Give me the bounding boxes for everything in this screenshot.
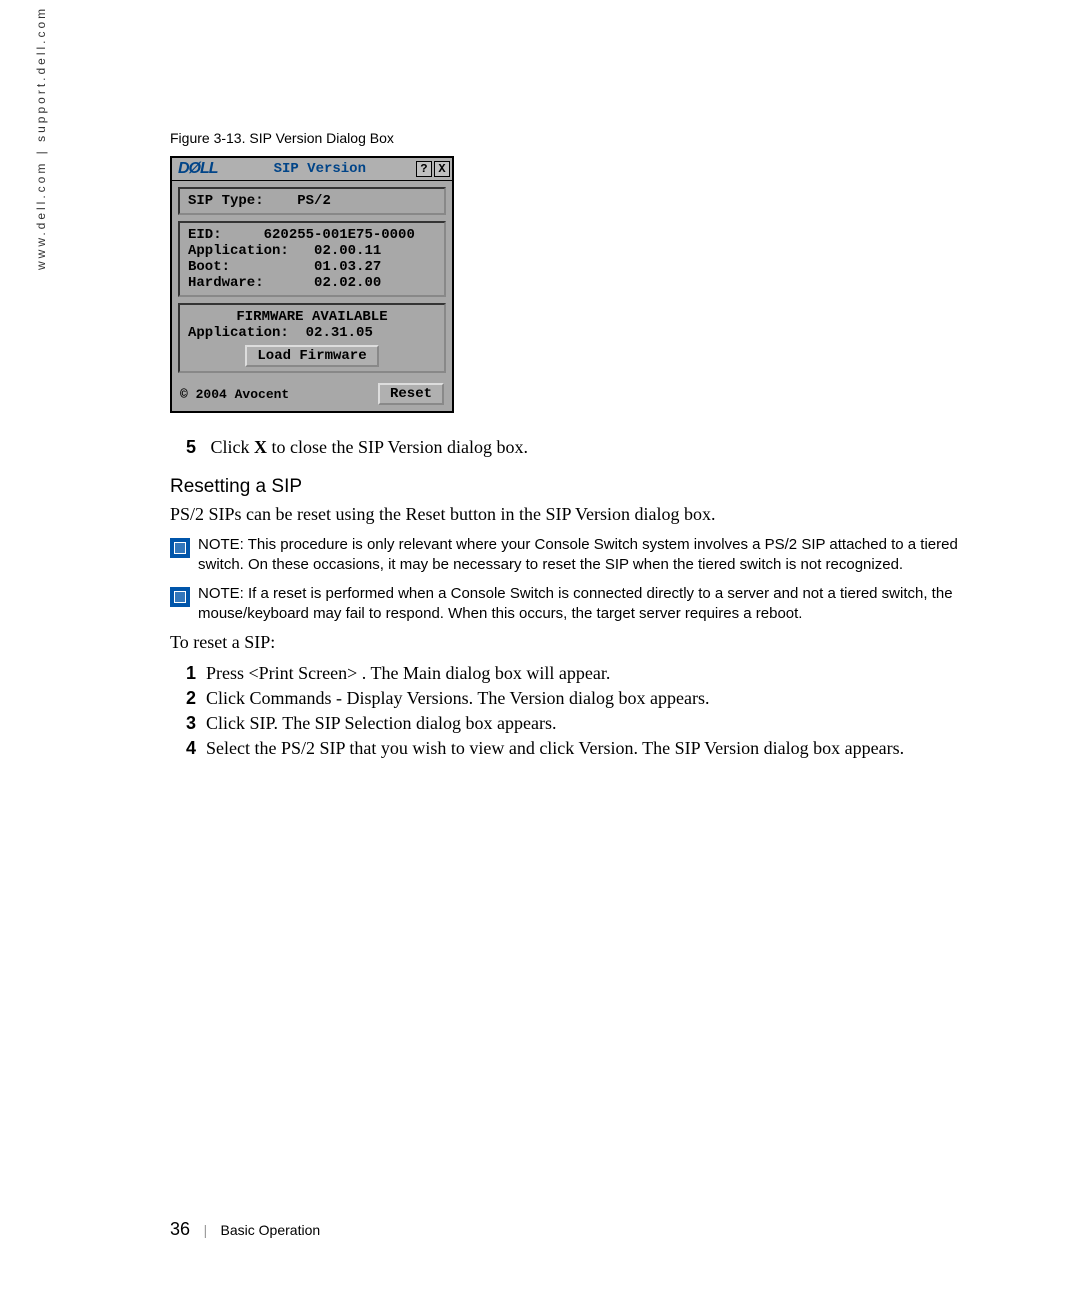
eid-value: 620255-001E75-0000 — [264, 227, 415, 243]
figure-caption: Figure 3-13. SIP Version Dialog Box — [170, 130, 1000, 146]
note-1-body: This procedure is only relevant where yo… — [198, 536, 958, 573]
step-5-post: to close the SIP Version dialog box. — [267, 437, 528, 457]
note-1: NOTE: This procedure is only relevant wh… — [170, 535, 1000, 576]
list-item: 3 Click SIP. The SIP Selection dialog box… — [170, 713, 1000, 734]
firmware-panel: FIRMWARE AVAILABLE Application: 02.31.05… — [178, 303, 446, 373]
close-button[interactable]: X — [434, 161, 450, 177]
step-5-number: 5 — [170, 437, 196, 458]
hw-value: 02.02.00 — [314, 275, 381, 291]
help-button[interactable]: ? — [416, 161, 432, 177]
reset-button[interactable]: Reset — [378, 383, 444, 405]
note-icon — [170, 587, 190, 607]
list-item: 1 Press <Print Screen> . The Main dialog … — [170, 663, 1000, 684]
fw-app-value: 02.31.05 — [306, 325, 373, 341]
list-item: 2 Click Commands - Display Versions. The … — [170, 688, 1000, 709]
dell-logo: DØLL — [172, 160, 224, 178]
section-heading: Resetting a SIP — [170, 476, 1000, 498]
step-text: Click SIP. The SIP Selection dialog box … — [206, 713, 1000, 734]
sip-type-panel: SIP Type: PS/2 — [178, 187, 446, 215]
step-text: Click Commands - Display Versions. The V… — [206, 688, 1000, 709]
sip-type-value: PS/2 — [297, 193, 331, 209]
note-2-label: NOTE: — [198, 585, 248, 602]
page-content: Figure 3-13. SIP Version Dialog Box DØLL… — [170, 130, 1000, 765]
fw-app-label: Application: — [188, 325, 289, 341]
step-5-pre: Click — [211, 437, 255, 457]
page-number: 36 — [170, 1219, 190, 1239]
dialog-titlebar: DØLL SIP Version ? X — [172, 158, 452, 181]
intro-text: PS/2 SIPs can be reset using the Reset b… — [170, 504, 1000, 525]
step-number: 4 — [170, 738, 196, 759]
reset-steps-list: 1 Press <Print Screen> . The Main dialog … — [170, 663, 1000, 759]
step-number: 2 — [170, 688, 196, 709]
note-icon — [170, 538, 190, 558]
note-2: NOTE: If a reset is performed when a Con… — [170, 584, 1000, 625]
hw-label: Hardware: — [188, 275, 264, 291]
dialog-title: SIP Version — [224, 161, 416, 177]
load-firmware-button[interactable]: Load Firmware — [245, 345, 378, 367]
list-item: 4 Select the PS/2 SIP that you wish to vi… — [170, 738, 1000, 759]
step-number: 1 — [170, 663, 196, 684]
boot-value: 01.03.27 — [314, 259, 381, 275]
version-info-panel: EID: 620255-001E75-0000 Application: 02.… — [178, 221, 446, 297]
step-5-bold: X — [254, 437, 267, 457]
step-5: 5 Click X to close the SIP Version dialo… — [170, 437, 1000, 458]
boot-label: Boot: — [188, 259, 230, 275]
note-1-label: NOTE: — [198, 536, 248, 553]
page-section-name: Basic Operation — [221, 1222, 321, 1238]
firmware-header: FIRMWARE AVAILABLE — [188, 309, 436, 325]
app-value: 02.00.11 — [314, 243, 381, 259]
step-text: Press <Print Screen> . The Main dialog b… — [206, 663, 1000, 684]
sip-version-dialog: DØLL SIP Version ? X SIP Type: PS/2 EID:… — [170, 156, 454, 413]
app-label: Application: — [188, 243, 289, 259]
note-2-body: If a reset is performed when a Console S… — [198, 585, 953, 622]
to-reset-text: To reset a SIP: — [170, 632, 1000, 653]
page-footer: 36 | Basic Operation — [170, 1219, 320, 1240]
eid-label: EID: — [188, 227, 222, 243]
separator-icon: | — [204, 1223, 207, 1239]
step-number: 3 — [170, 713, 196, 734]
side-url-text: www.dell.com | support.dell.com — [34, 6, 48, 270]
step-text: Select the PS/2 SIP that you wish to vie… — [206, 738, 1000, 759]
dialog-footer: © 2004 Avocent Reset — [172, 379, 452, 411]
sip-type-label: SIP Type: — [188, 193, 264, 209]
copyright-text: © 2004 Avocent — [180, 387, 289, 402]
